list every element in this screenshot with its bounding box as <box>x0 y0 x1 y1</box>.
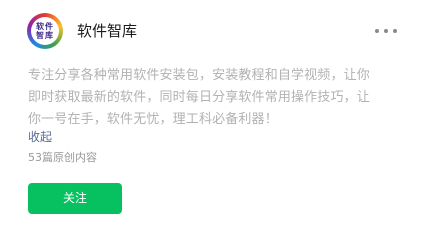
more-dot <box>375 29 379 33</box>
avatar-logo-text-bottom: 智库 <box>36 30 54 40</box>
collapse-link[interactable]: 收起 <box>28 129 52 145</box>
original-article-count: 53篇原创内容 <box>28 151 97 164</box>
account-name: 软件智库 <box>77 22 138 40</box>
more-dot <box>384 29 388 33</box>
account-avatar[interactable]: 软件 智库 <box>27 13 63 49</box>
more-dot <box>393 29 397 33</box>
description-line: 专注分享各种常用软件安装包，安装教程和自学视频，让你 <box>28 68 370 83</box>
description-line: 即时获取最新的软件，同时每日分享软件常用操作技巧，让 <box>28 90 370 105</box>
account-profile-card: 软件 智库 软件智库 专注分享各种常用软件安装包，安装教程和自学视频，让你 即时… <box>0 0 441 226</box>
account-description: 专注分享各种常用软件安装包，安装教程和自学视频，让你 即时获取最新的软件，同时每… <box>28 65 416 131</box>
description-line: 你一号在手，软件无忧，理工科必备利器！ <box>28 112 278 127</box>
avatar-logo: 软件 智库 <box>31 17 59 45</box>
more-options-icon[interactable] <box>375 22 397 40</box>
follow-button[interactable]: 关注 <box>28 183 122 214</box>
